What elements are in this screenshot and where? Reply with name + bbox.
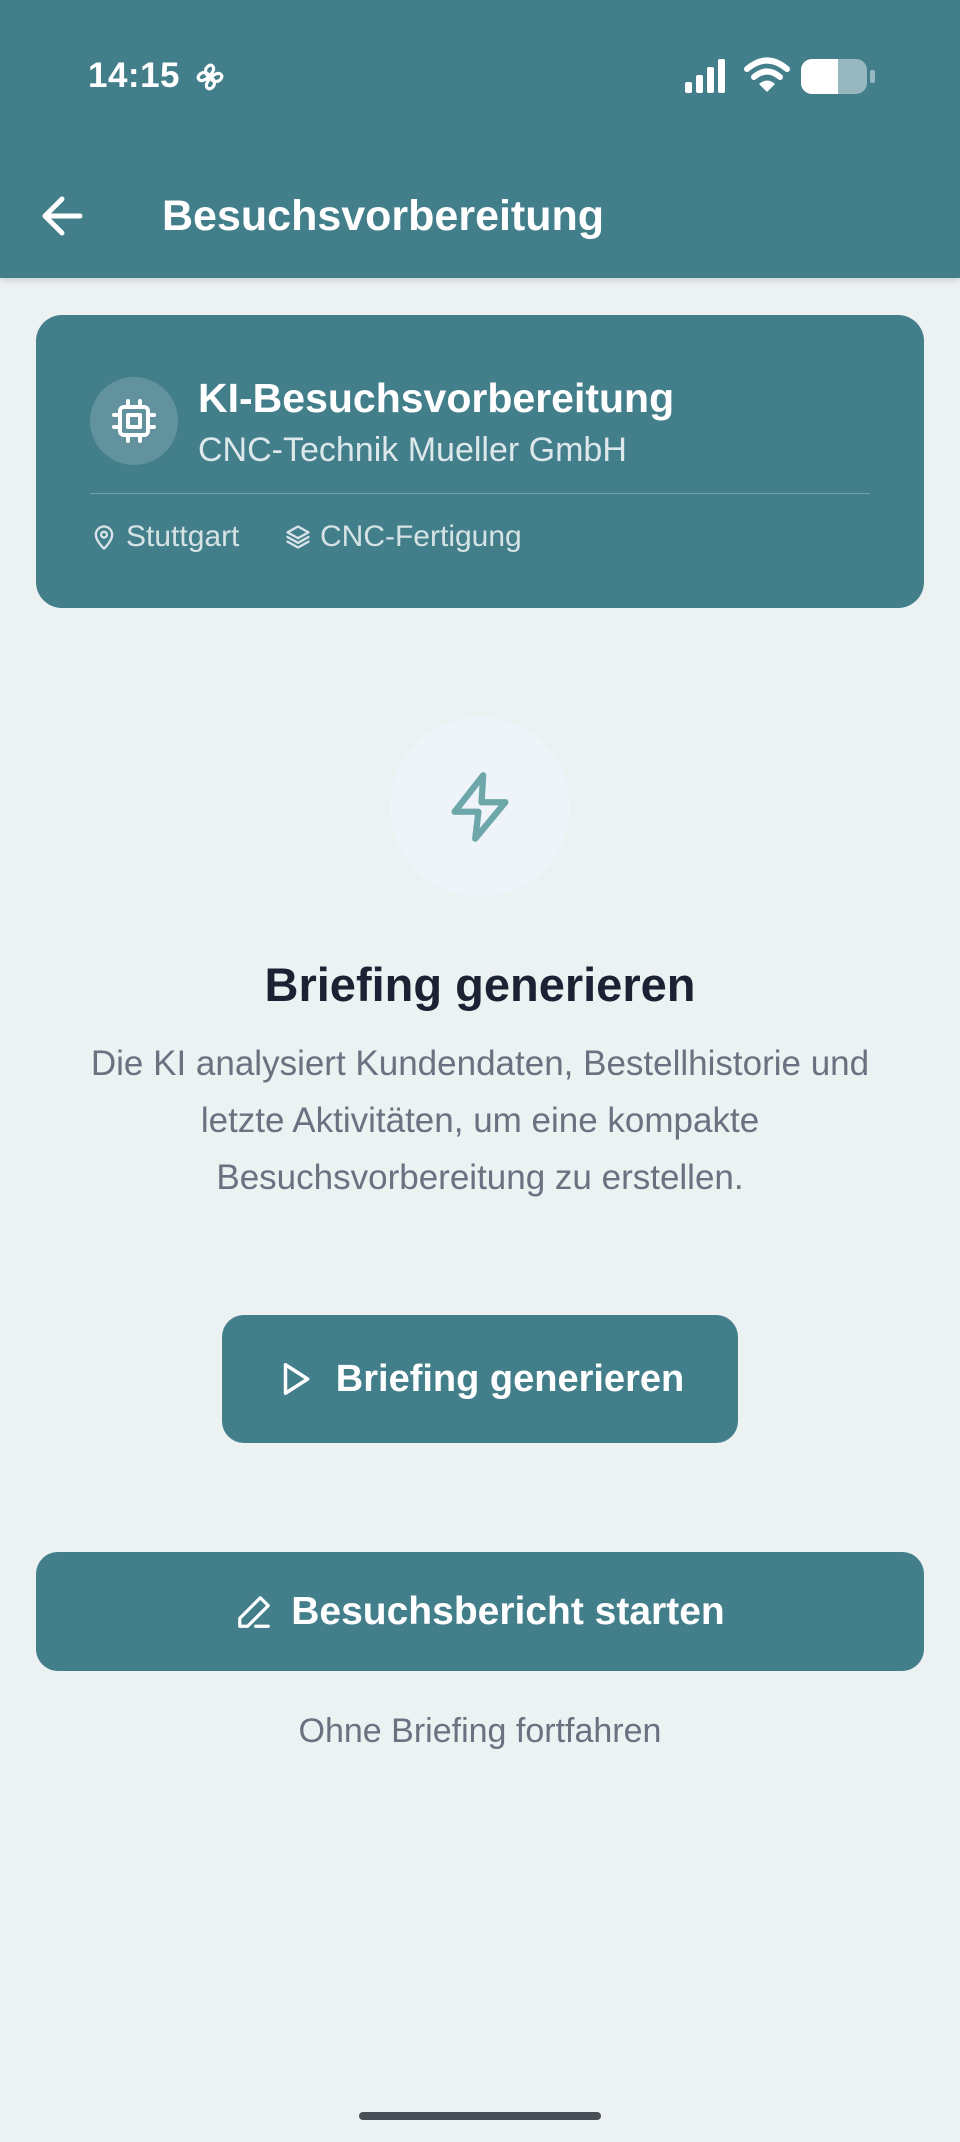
card-title: KI-Besuchsvorbereitung <box>198 375 675 421</box>
start-report-button[interactable]: Besuchsbericht starten <box>36 1552 924 1671</box>
company-name: CNC-Technik Mueller GmbH <box>198 431 627 469</box>
chip-icon-badge <box>90 377 178 465</box>
card-divider <box>90 493 870 494</box>
back-arrow-icon[interactable] <box>38 193 90 239</box>
location-label: Stuttgart <box>126 520 240 553</box>
battery-icon <box>801 59 875 94</box>
bolt-icon-badge <box>390 717 570 897</box>
briefing-heading: Briefing generieren <box>264 958 696 1011</box>
map-pin-icon <box>94 525 114 550</box>
play-icon <box>283 1363 310 1395</box>
skip-briefing-link[interactable]: Ohne Briefing fortfahren <box>0 1712 960 1751</box>
top-app-bar: 14:15 Besuchsvorbereitung <box>0 0 960 278</box>
home-indicator[interactable] <box>359 2112 601 2120</box>
industry-meta: CNC-Fertigung <box>284 520 522 554</box>
start-report-label: Besuchsbericht starten <box>291 1589 725 1633</box>
status-time: 14:15 <box>88 56 181 95</box>
fan-icon <box>196 63 224 91</box>
location-meta: Stuttgart <box>90 520 239 554</box>
industry-label: CNC-Fertigung <box>320 520 522 553</box>
layers-icon <box>286 525 310 549</box>
wifi-icon <box>744 57 790 92</box>
customer-info-card: KI-Besuchsvorbereitung CNC-Technik Muell… <box>36 315 924 608</box>
generate-briefing-button[interactable]: Briefing generieren <box>222 1315 738 1443</box>
page-title: Besuchsvorbereitung <box>162 192 605 240</box>
pencil-icon <box>238 1595 271 1628</box>
generate-briefing-label: Briefing generieren <box>335 1357 685 1400</box>
cpu-chip-icon <box>112 399 156 443</box>
lightning-bolt-icon <box>451 772 509 842</box>
briefing-description: Die KI analysiert Kundendaten, Bestellhi… <box>90 1044 870 1197</box>
signal-icon <box>685 59 725 93</box>
